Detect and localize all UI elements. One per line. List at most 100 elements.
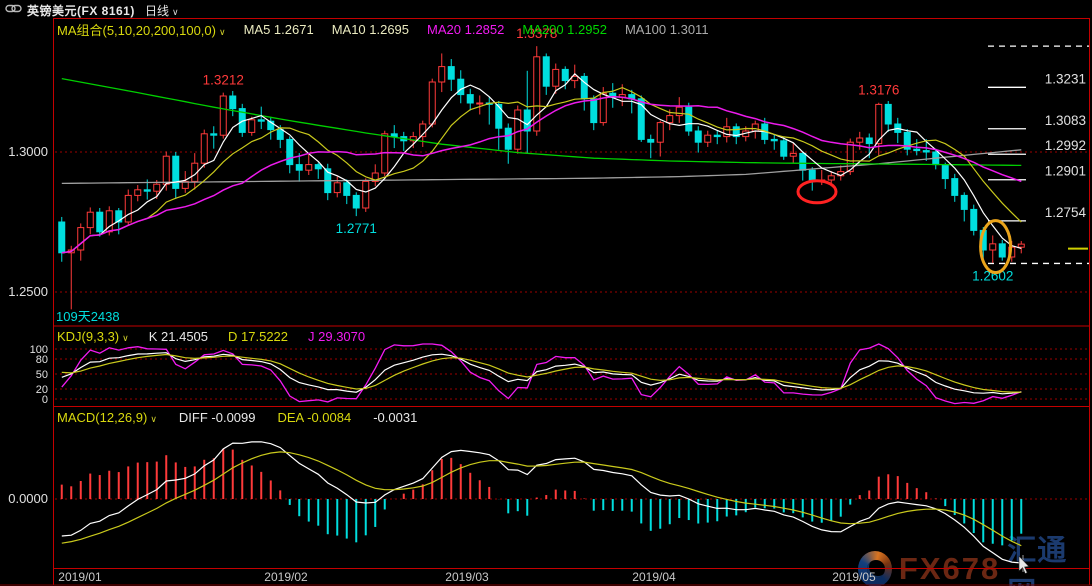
candle-body — [998, 243, 1006, 258]
candle-body — [343, 182, 351, 196]
candle-body — [552, 68, 560, 87]
candle-body — [875, 103, 883, 145]
candle-body — [105, 210, 113, 233]
price-level-label: 1.3231 — [1045, 71, 1086, 86]
candle-body — [523, 109, 531, 132]
macd-zero-label: 0.0000 — [8, 491, 48, 506]
kdj-axis-label: 80 — [36, 354, 48, 366]
symbol-title: 英镑美元(FX 8161) — [27, 4, 135, 18]
candle-body — [542, 56, 550, 87]
kdj-k-line — [61, 352, 1022, 395]
candle-body — [324, 168, 332, 194]
candle-body — [637, 98, 645, 140]
candle-body — [58, 221, 66, 254]
ma200-line — [61, 77, 1022, 167]
candle-body — [609, 92, 617, 98]
candle-body — [457, 78, 465, 96]
ma-group-selector[interactable]: MA组合(5,10,20,200,100,0) ∨ — [57, 20, 226, 39]
period-selector[interactable]: 日线 ∨ — [145, 2, 179, 19]
candle-body — [571, 75, 579, 82]
ma20-value: MA20 1.2852 — [427, 22, 505, 37]
chart-canvas: 1.3000 1.2500 1.3231 1.3083 1.2992 1.2901 1.27… — [0, 18, 1092, 586]
candle-body — [504, 127, 512, 150]
candle-body — [979, 229, 987, 251]
candle-body — [590, 98, 598, 124]
price-annotation: 1.3212 — [203, 73, 244, 88]
macd-selector[interactable]: MACD(12,26,9) ∨ — [57, 410, 157, 425]
kdj-j-line — [61, 343, 1022, 405]
candle-body — [865, 137, 873, 145]
candle-body — [333, 182, 341, 194]
candle-body — [210, 133, 218, 136]
kdj-axis-label: 50 — [36, 369, 48, 381]
kdj-selector[interactable]: KDJ(9,3,3) ∨ — [57, 329, 129, 344]
candle-body — [352, 194, 360, 209]
ma5-value: MA5 1.2671 — [243, 22, 314, 37]
candle-body — [732, 126, 740, 138]
candle-body — [267, 120, 275, 131]
candle-body — [314, 164, 322, 170]
candle-body — [495, 103, 503, 129]
left-axis-label: 1.2500 — [8, 284, 48, 299]
fx678-logo-icon — [858, 551, 892, 586]
kdj-j-value: J 29.3070 — [308, 329, 366, 344]
candle-body — [200, 133, 208, 164]
ma100-value: MA100 1.3011 — [624, 22, 709, 37]
candle-body — [257, 119, 265, 122]
candle-body — [143, 189, 151, 192]
ma-group-label: MA组合(5,10,20,200,100,0) — [57, 23, 216, 38]
kdj-k-value: K 21.4505 — [148, 329, 209, 344]
kdj-header: KDJ(9,3,3) ∨ K 21.4505 D 17.5222 J 29.307… — [57, 329, 365, 344]
ma20-line — [61, 95, 1022, 254]
candle-body — [685, 106, 693, 132]
candle-body — [96, 211, 104, 233]
macd-diff-value: DIFF -0.0099 — [178, 410, 256, 425]
candle-body — [761, 123, 769, 140]
candle-body — [362, 180, 370, 209]
candle-body — [447, 66, 455, 80]
candle-body — [894, 123, 902, 133]
candle-body — [799, 152, 807, 171]
candle-body — [305, 164, 313, 171]
candle-body — [713, 134, 721, 138]
candle-body — [989, 243, 997, 251]
candle-body — [704, 134, 712, 143]
macd-header: MACD(12,26,9) ∨ DIFF -0.0099 DEA -0.0084 … — [57, 410, 417, 425]
candle-body — [1008, 246, 1016, 258]
candle-body — [970, 208, 978, 231]
price-level-label: 1.2754 — [1045, 205, 1087, 220]
macd-caret-icon: ∨ — [150, 414, 157, 424]
ma5-line — [61, 73, 1022, 254]
price-annotation: 1.3176 — [858, 83, 899, 98]
candle-body — [580, 75, 588, 100]
link-icon[interactable] — [5, 3, 22, 17]
date-label: 2019/04 — [632, 570, 676, 584]
candle-body — [827, 175, 835, 181]
candle-body — [742, 130, 750, 138]
highlight-ellipse — [796, 179, 838, 205]
candle-body — [846, 141, 854, 173]
candle-body — [618, 94, 626, 98]
candle-body — [656, 122, 664, 143]
candle-body — [628, 94, 636, 100]
candle-body — [932, 151, 940, 166]
candle-body — [960, 194, 968, 210]
candle-body — [419, 123, 427, 138]
candle-body — [438, 66, 446, 83]
titlebar: 英镑美元(FX 8161) 日线 ∨ — [0, 0, 1092, 18]
candle-body — [533, 56, 541, 132]
candle-body — [913, 148, 921, 152]
kdj-d-line — [61, 353, 1022, 393]
watermark-brand: FX678 — [898, 551, 1001, 586]
candle-body — [153, 183, 161, 192]
watermark: FX678 汇通网 — [858, 527, 1092, 586]
candle-body — [856, 137, 864, 143]
candle-body — [476, 102, 484, 105]
ma200-value: MA200 1.2952 — [522, 22, 607, 37]
candle-body — [1017, 243, 1025, 248]
candle-body — [371, 172, 379, 182]
candle-body — [229, 95, 237, 110]
candle-body — [922, 150, 930, 153]
candle-body — [884, 103, 892, 125]
candle-body — [77, 227, 85, 251]
